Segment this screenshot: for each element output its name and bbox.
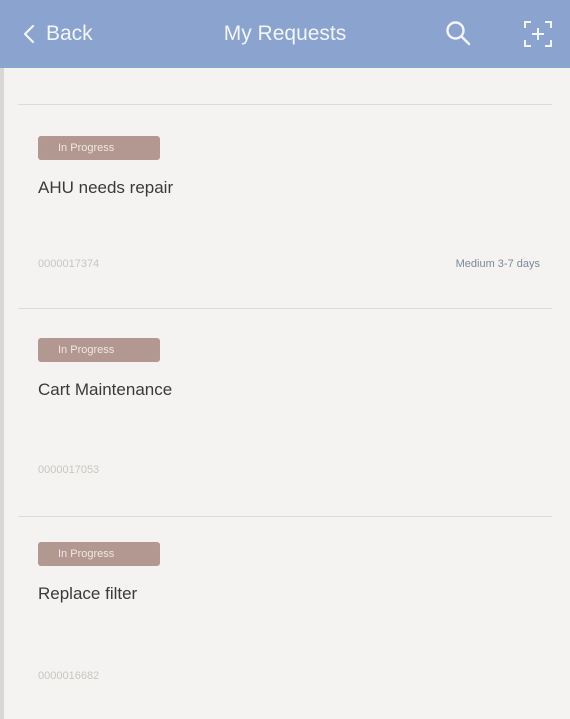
status-badge: In Progress bbox=[38, 542, 160, 566]
search-icon[interactable] bbox=[443, 18, 473, 48]
request-title: AHU needs repair bbox=[38, 178, 174, 197]
request-id: 0000016682 bbox=[38, 670, 100, 682]
back-button[interactable]: Back bbox=[18, 17, 93, 51]
priority-label: Medium 3-7 days bbox=[455, 258, 540, 270]
list-divider bbox=[18, 104, 552, 105]
request-card[interactable]: In Progress AHU needs repair 0000017374 … bbox=[0, 136, 570, 326]
status-badge: In Progress bbox=[38, 136, 160, 160]
my-requests-screen: Back My Requests In Progress AHU needs r… bbox=[0, 0, 570, 719]
status-badge: In Progress bbox=[38, 338, 160, 362]
request-card[interactable]: In Progress Cart Maintenance 0000017053 bbox=[0, 338, 570, 528]
back-label: Back bbox=[46, 22, 93, 45]
page-title: My Requests bbox=[223, 22, 347, 45]
chevron-left-icon bbox=[23, 24, 35, 44]
request-list: In Progress AHU needs repair 0000017374 … bbox=[0, 68, 570, 719]
request-title: Cart Maintenance bbox=[38, 380, 173, 399]
request-id: 0000017374 bbox=[38, 258, 100, 270]
request-id: 0000017053 bbox=[38, 464, 100, 476]
list-divider bbox=[18, 308, 552, 309]
top-nav-bar: Back My Requests bbox=[0, 0, 570, 68]
scan-add-icon[interactable] bbox=[522, 18, 554, 50]
request-title: Replace filter bbox=[38, 584, 138, 603]
list-divider bbox=[18, 516, 552, 517]
request-card[interactable]: In Progress Replace filter 0000016682 bbox=[0, 542, 570, 719]
